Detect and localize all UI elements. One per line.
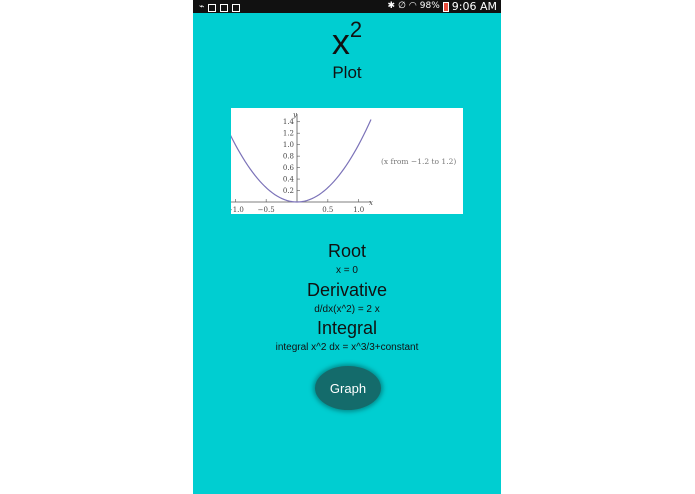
y-tick-label: 1.2: [283, 130, 294, 138]
derivative-heading: Derivative: [306, 280, 388, 300]
derivative-value: d/dx(x^2) = 2 x: [314, 304, 380, 315]
clock: 9:06 AM: [451, 0, 497, 13]
function-exponent: 2: [349, 17, 363, 42]
photo-icon: [220, 3, 229, 12]
plot-heading: Plot: [332, 63, 362, 82]
y-tick-label: 0.6: [283, 164, 295, 172]
x-tick-label: −0.5: [258, 206, 275, 214]
image-icon: [208, 3, 217, 12]
integral-heading: Integral: [316, 318, 378, 338]
battery-percent: 98%: [419, 1, 440, 11]
usb-icon: ⌁: [199, 2, 205, 12]
series-line: [231, 119, 372, 203]
bluetooth-icon: ✱: [387, 1, 396, 11]
app-icon: [232, 3, 241, 12]
status-bar: ⌁ ✱ ∅ ◠ 98% 9:06 AM: [193, 0, 501, 13]
y-tick-label: 0.8: [283, 153, 294, 161]
x-tick-label: −1.0: [231, 206, 244, 214]
battery-icon: [442, 1, 449, 12]
function-title: x2: [193, 14, 501, 62]
integral-value: integral x^2 dx = x^3/3+constant: [275, 342, 419, 353]
y-tick-label: 1.4: [283, 118, 295, 126]
function-base: x: [331, 21, 350, 62]
root-heading: Root: [327, 241, 367, 261]
y-tick-label: 0.4: [283, 176, 295, 184]
x-axis-label: x: [369, 199, 373, 207]
y-tick-label: 0.2: [283, 187, 294, 195]
graph-button[interactable]: Graph: [315, 366, 381, 410]
wifi-icon: ◠: [408, 1, 417, 11]
y-tick-label: 1.0: [283, 141, 294, 149]
app-screen: ⌁ ✱ ∅ ◠ 98% 9:06 AM x2 Plot y x 0.2 0.4 0.6 0…: [193, 0, 501, 494]
x-tick-label: 0.5: [322, 206, 333, 214]
range-note: (x from −1.2 to 1.2): [381, 157, 456, 166]
x-tick-label: 1.0: [353, 206, 364, 214]
plot-image: yx0.20.40.60.81.01.21.4−1.0−0.50.51.0(x …: [231, 108, 463, 214]
root-value: x = 0: [336, 265, 358, 276]
mute-icon: ∅: [398, 1, 406, 11]
plot-chart: yx0.20.40.60.81.01.21.4−1.0−0.50.51.0(x …: [231, 111, 456, 214]
